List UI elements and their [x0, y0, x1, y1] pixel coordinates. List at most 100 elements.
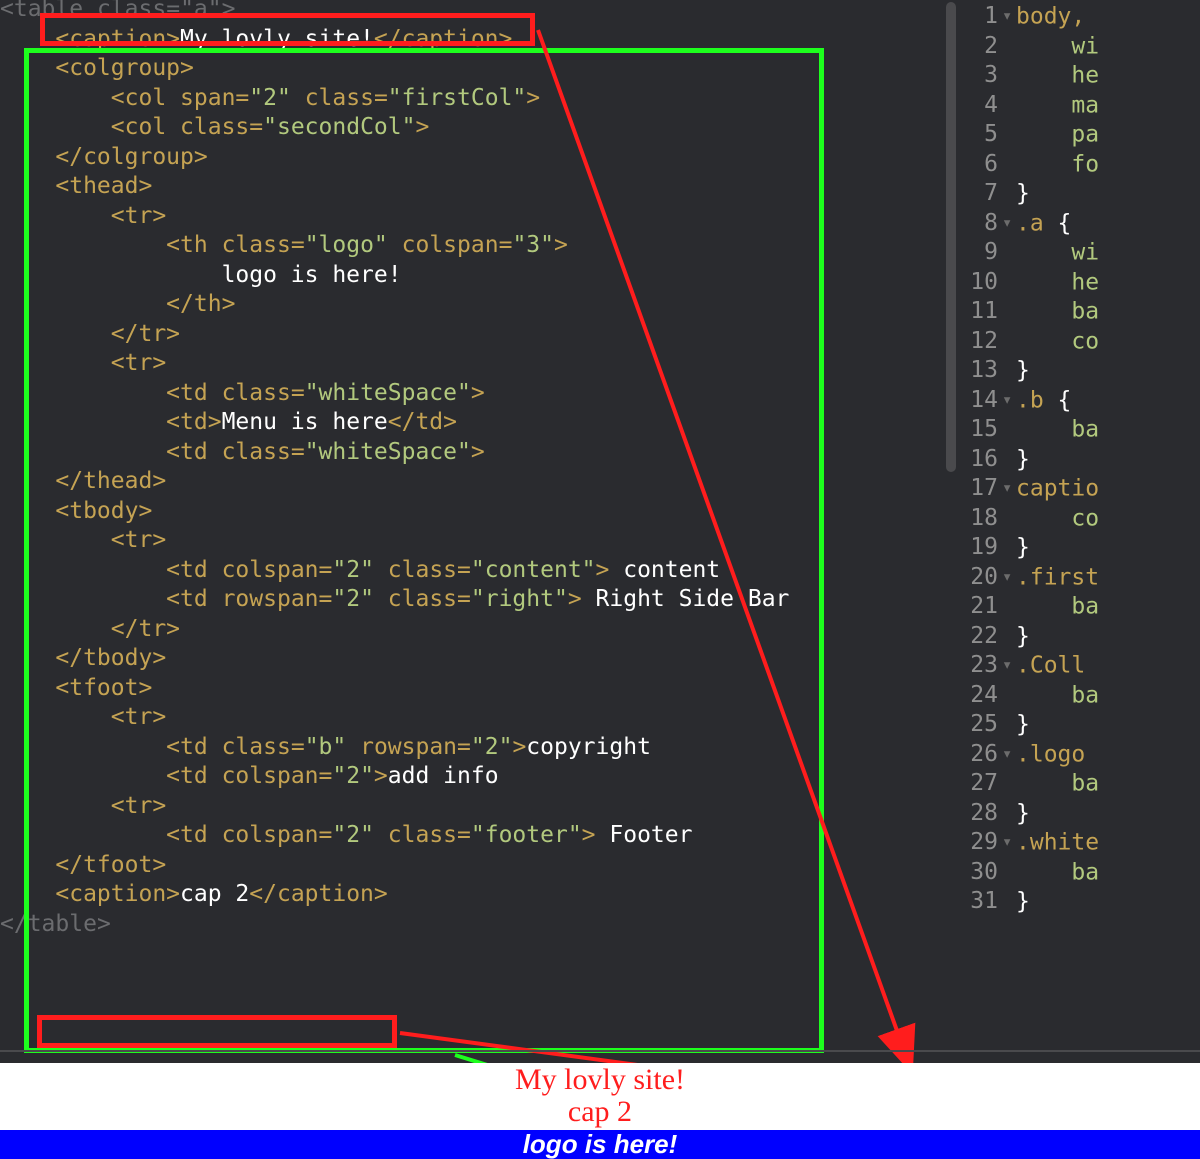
css-line[interactable]: 9 wi — [960, 238, 1099, 268]
line-number: 17 — [960, 474, 1002, 504]
code-line[interactable]: <thead> — [0, 172, 152, 202]
fold-arrow-icon — [1002, 61, 1016, 91]
line-number: 22 — [960, 622, 1002, 652]
css-line[interactable]: 10 he — [960, 268, 1099, 298]
css-line[interactable]: 15 ba — [960, 415, 1099, 445]
css-line[interactable]: 28 } — [960, 799, 1030, 829]
html-editor[interactable]: <table class="a"> <caption>My lovly site… — [0, 0, 960, 1050]
fold-arrow-icon[interactable]: ▾ — [1002, 474, 1016, 504]
code-line[interactable]: <tr> — [0, 349, 166, 379]
css-line[interactable]: 5 pa — [960, 120, 1099, 150]
css-line[interactable]: 8▾.a { — [960, 209, 1071, 239]
code-line[interactable]: </tbody> — [0, 644, 166, 674]
css-line[interactable]: 4 ma — [960, 91, 1099, 121]
css-line[interactable]: 11 ba — [960, 297, 1099, 327]
code-line[interactable]: <td class="whiteSpace"> — [0, 438, 485, 468]
fold-arrow-icon[interactable]: ▾ — [1002, 828, 1016, 858]
fold-arrow-icon — [1002, 179, 1016, 209]
fold-arrow-icon[interactable]: ▾ — [1002, 386, 1016, 416]
css-line[interactable]: 14▾.b { — [960, 386, 1071, 416]
code-line[interactable]: <caption>cap 2</caption> — [0, 880, 388, 910]
line-number: 13 — [960, 356, 1002, 386]
fold-arrow-icon — [1002, 297, 1016, 327]
fold-arrow-icon — [1002, 268, 1016, 298]
code-line[interactable]: <col span="2" class="firstCol"> — [0, 84, 540, 114]
css-line[interactable]: 29▾.white — [960, 828, 1099, 858]
code-line[interactable]: </colgroup> — [0, 143, 208, 173]
css-line[interactable]: 30 ba — [960, 858, 1099, 888]
fold-arrow-icon — [1002, 238, 1016, 268]
fold-arrow-icon[interactable]: ▾ — [1002, 740, 1016, 770]
code-line[interactable]: <td colspan="2">add info — [0, 762, 499, 792]
code-line[interactable]: </tfoot> — [0, 851, 166, 881]
code-line[interactable]: </table> — [0, 910, 111, 940]
code-line[interactable]: </th> — [0, 290, 235, 320]
css-line[interactable]: 24 ba — [960, 681, 1099, 711]
code-line[interactable]: logo is here! — [0, 261, 402, 291]
code-line[interactable]: <td rowspan="2" class="right"> Right Sid… — [0, 585, 789, 615]
css-line[interactable]: 1▾body, — [960, 2, 1085, 32]
fold-arrow-icon — [1002, 799, 1016, 829]
preview-captions: My lovly site! cap 2 — [0, 1063, 1200, 1130]
css-line[interactable]: 3 he — [960, 61, 1099, 91]
css-line[interactable]: 25 } — [960, 710, 1030, 740]
css-line[interactable]: 22 } — [960, 622, 1030, 652]
code-line[interactable]: <caption>My lovly site!</caption> — [0, 25, 512, 55]
css-line[interactable]: 17▾captio — [960, 474, 1099, 504]
line-number: 15 — [960, 415, 1002, 445]
fold-arrow-icon — [1002, 327, 1016, 357]
line-number: 28 — [960, 799, 1002, 829]
code-line[interactable]: <tfoot> — [0, 674, 152, 704]
css-line[interactable]: 12 co — [960, 327, 1099, 357]
css-line[interactable]: 6 fo — [960, 150, 1099, 180]
line-number: 19 — [960, 533, 1002, 563]
css-line[interactable]: 13 } — [960, 356, 1030, 386]
fold-arrow-icon — [1002, 858, 1016, 888]
code-line[interactable]: <td colspan="2" class="content"> content — [0, 556, 720, 586]
code-line[interactable]: <col class="secondCol"> — [0, 113, 429, 143]
line-number: 12 — [960, 327, 1002, 357]
code-line[interactable]: <td class="b" rowspan="2">copyright — [0, 733, 651, 763]
fold-arrow-icon[interactable]: ▾ — [1002, 209, 1016, 239]
line-number: 2 — [960, 32, 1002, 62]
code-line[interactable]: <td>Menu is here</td> — [0, 408, 457, 438]
css-line[interactable]: 2 wi — [960, 32, 1099, 62]
css-line[interactable]: 20▾.first — [960, 563, 1099, 593]
code-line[interactable]: <th class="logo" colspan="3"> — [0, 231, 568, 261]
code-line[interactable]: </thead> — [0, 467, 166, 497]
code-line[interactable]: </tr> — [0, 615, 180, 645]
css-editor[interactable]: 1▾body,2 wi3 he4 ma5 pa6 fo7 }8▾.a {9 wi… — [960, 0, 1200, 1050]
css-line[interactable]: 27 ba — [960, 769, 1099, 799]
code-line[interactable]: <tr> — [0, 703, 166, 733]
code-line[interactable]: <tr> — [0, 526, 166, 556]
line-number: 8 — [960, 209, 1002, 239]
css-line[interactable]: 26▾.logo — [960, 740, 1085, 770]
preview-caption1: My lovly site! — [0, 1064, 1200, 1096]
code-line[interactable]: <table class="a"> — [0, 0, 235, 25]
code-line[interactable]: <colgroup> — [0, 54, 194, 84]
code-line[interactable]: <tbody> — [0, 497, 152, 527]
css-line[interactable]: 31 } — [960, 887, 1030, 917]
line-number: 29 — [960, 828, 1002, 858]
fold-arrow-icon[interactable]: ▾ — [1002, 651, 1016, 681]
code-line[interactable]: <tr> — [0, 792, 166, 822]
fold-arrow-icon — [1002, 592, 1016, 622]
scrollbar[interactable] — [946, 2, 956, 472]
css-line[interactable]: 21 ba — [960, 592, 1099, 622]
code-line[interactable]: <tr> — [0, 202, 166, 232]
fold-arrow-icon[interactable]: ▾ — [1002, 2, 1016, 32]
css-line[interactable]: 23▾.Coll — [960, 651, 1085, 681]
line-number: 27 — [960, 769, 1002, 799]
line-number: 10 — [960, 268, 1002, 298]
line-number: 18 — [960, 504, 1002, 534]
fold-arrow-icon — [1002, 769, 1016, 799]
css-line[interactable]: 18 co — [960, 504, 1099, 534]
css-line[interactable]: 7 } — [960, 179, 1030, 209]
css-line[interactable]: 16 } — [960, 445, 1030, 475]
css-line[interactable]: 19 } — [960, 533, 1030, 563]
code-line[interactable]: <td colspan="2" class="footer"> Footer — [0, 821, 692, 851]
code-line[interactable]: <td class="whiteSpace"> — [0, 379, 485, 409]
fold-arrow-icon — [1002, 681, 1016, 711]
fold-arrow-icon[interactable]: ▾ — [1002, 563, 1016, 593]
code-line[interactable]: </tr> — [0, 320, 180, 350]
